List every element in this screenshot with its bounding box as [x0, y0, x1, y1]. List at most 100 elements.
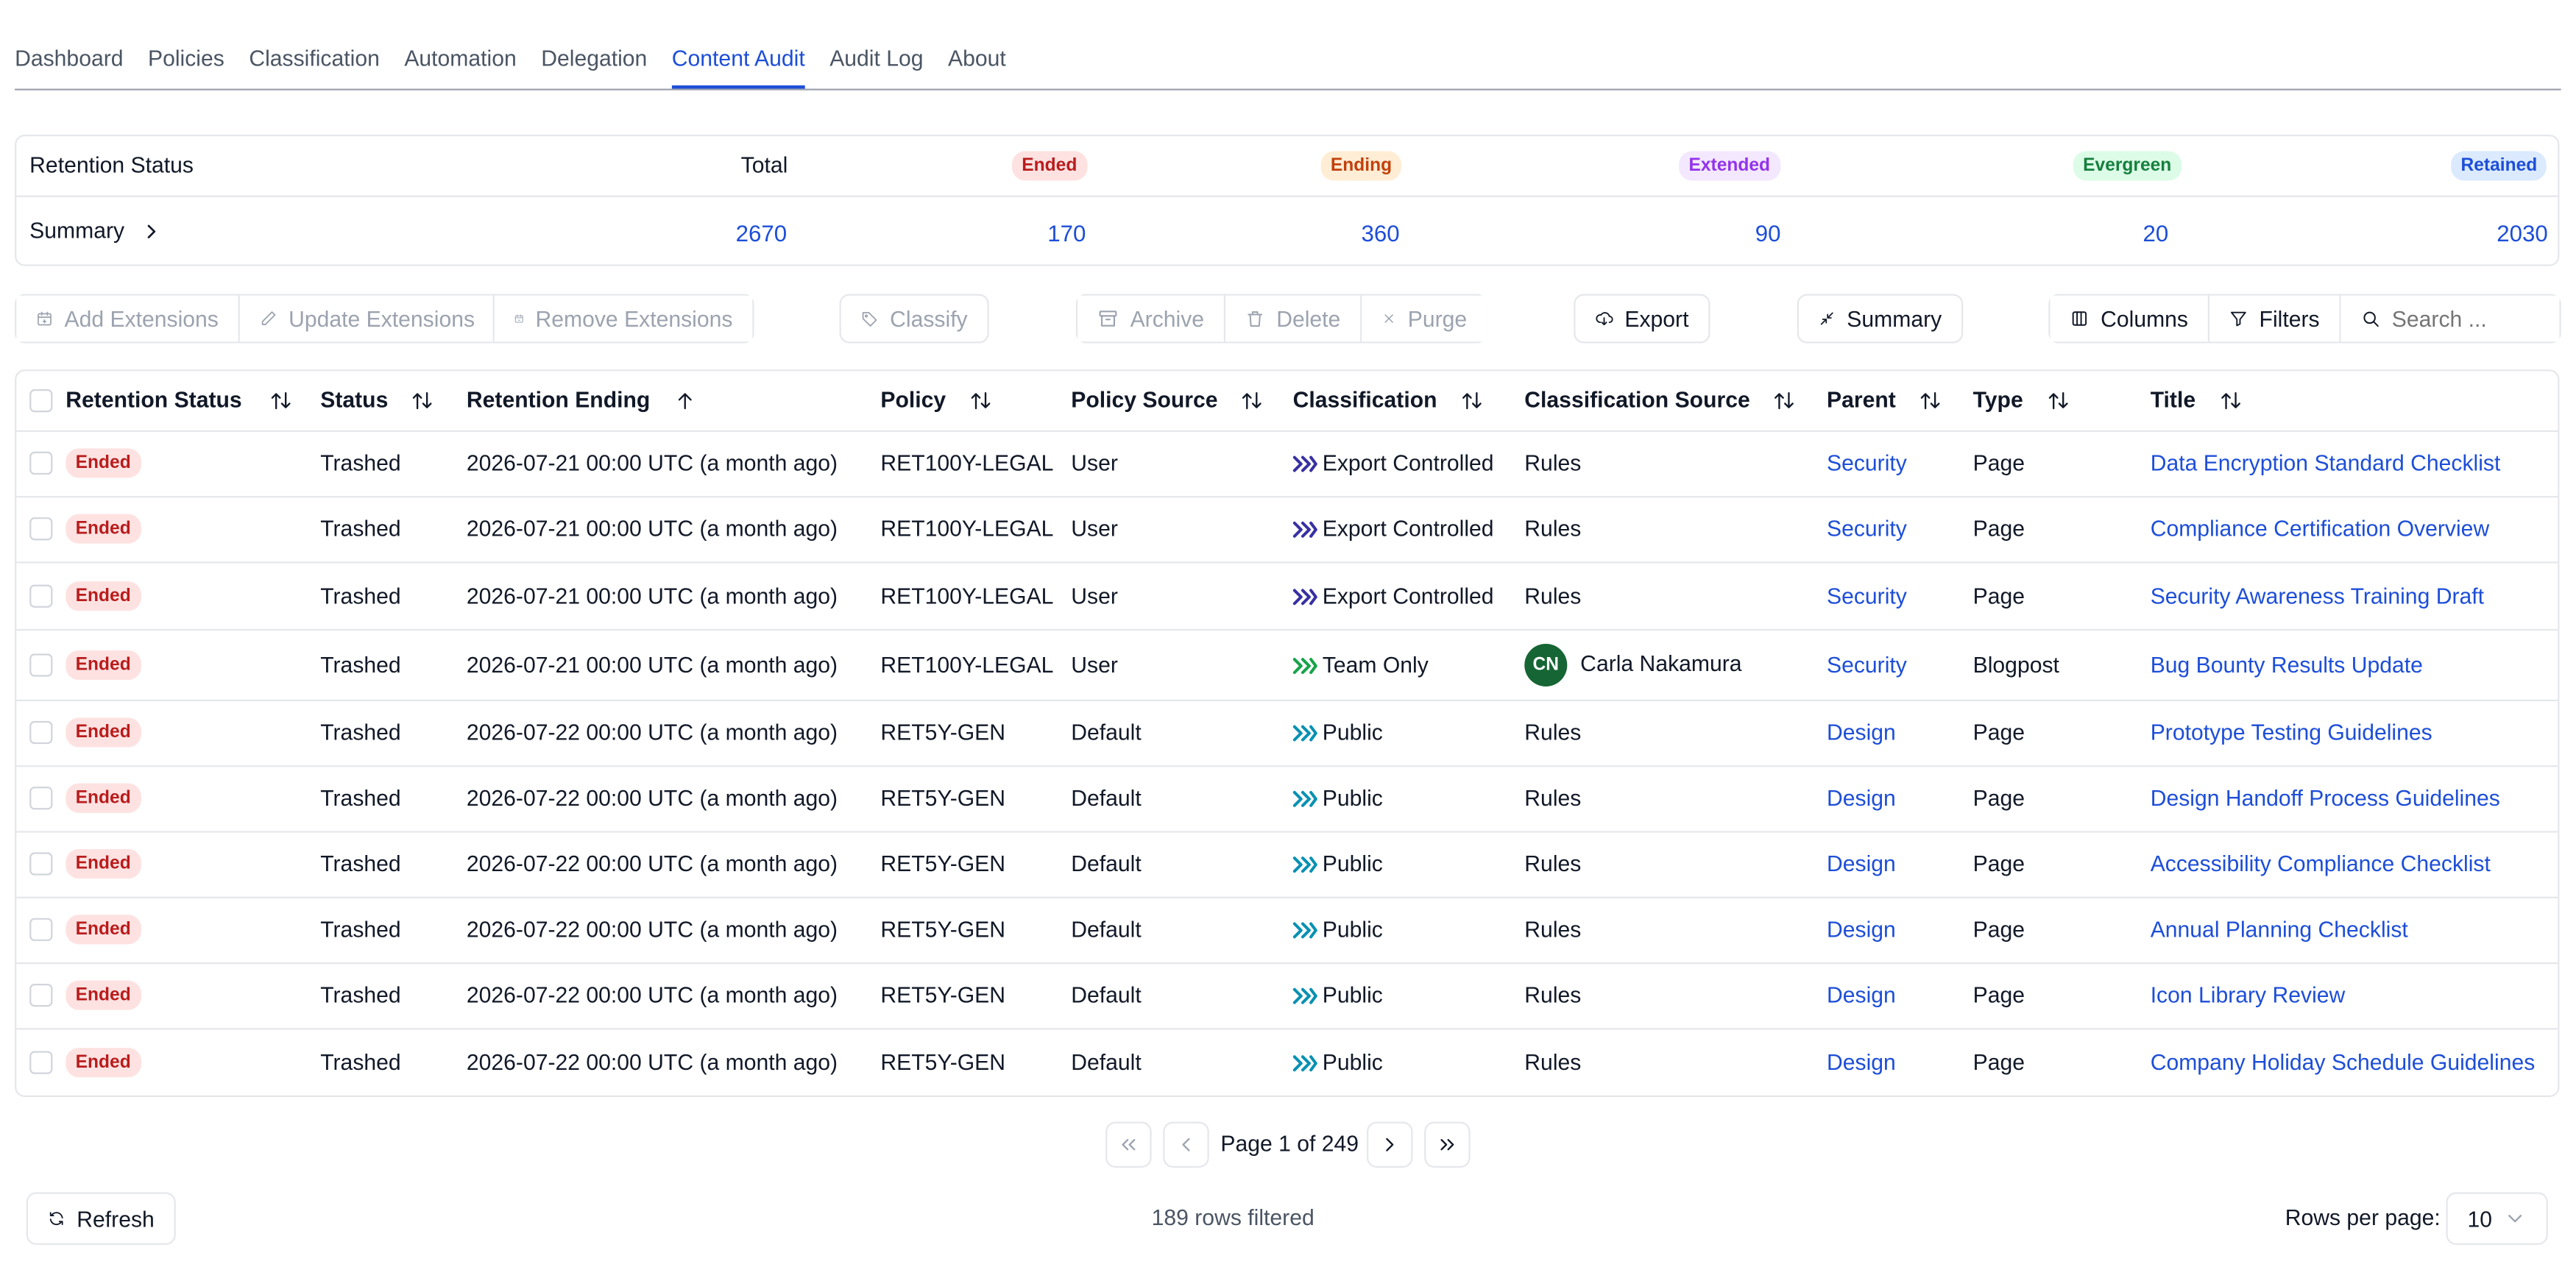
tab-classification[interactable]: Classification: [249, 36, 380, 87]
table-row[interactable]: Ended Trashed 2026-07-22 00:00 UTC (a mont…: [16, 831, 2558, 898]
row-checkbox[interactable]: [29, 653, 53, 676]
chevron-left-icon: [1182, 1138, 1190, 1152]
row-checkbox[interactable]: [29, 451, 53, 475]
tab-audit-log[interactable]: Audit Log: [829, 36, 923, 87]
title-link[interactable]: Compliance Certification Overview: [2151, 517, 2490, 541]
parent-link[interactable]: Security: [1827, 517, 1907, 541]
header-classification[interactable]: Classification: [1293, 388, 1483, 412]
first-page-button[interactable]: [1105, 1121, 1152, 1168]
row-checkbox[interactable]: [29, 918, 53, 941]
sort-icon: [1774, 391, 1794, 409]
table-row[interactable]: Ended Trashed 2026-07-22 00:00 UTC (a mont…: [16, 897, 2558, 965]
rows-per-page-value: 10: [2467, 1206, 2493, 1231]
cell-policy: RET5Y-GEN: [880, 1050, 1006, 1075]
ended-count-link[interactable]: 170: [1047, 220, 1086, 246]
parent-link[interactable]: Design: [1827, 918, 1896, 942]
table-row[interactable]: Ended Trashed 2026-07-21 00:00 UTC (a mont…: [16, 496, 2558, 564]
extended-count-link[interactable]: 90: [1755, 220, 1781, 246]
table-row[interactable]: Ended Trashed 2026-07-21 00:00 UTC (a mont…: [16, 430, 2558, 498]
table-row[interactable]: Ended Trashed 2026-07-22 00:00 UTC (a mont…: [16, 700, 2558, 767]
title-link[interactable]: Company Holiday Schedule Guidelines: [2151, 1050, 2536, 1074]
tab-delegation[interactable]: Delegation: [541, 36, 647, 87]
update-extensions-button[interactable]: Update Extensions: [239, 295, 495, 342]
archive-button[interactable]: Archive: [1078, 295, 1224, 342]
title-link[interactable]: Bug Bounty Results Update: [2151, 652, 2423, 676]
header-policy[interactable]: Policy: [880, 388, 991, 412]
sort-icon: [2048, 391, 2067, 409]
title-link[interactable]: Design Handoff Process Guidelines: [2151, 786, 2500, 810]
title-link[interactable]: Data Encryption Standard Checklist: [2151, 451, 2501, 475]
header-title[interactable]: Title: [2151, 388, 2242, 412]
cell-classification: Public: [1292, 720, 1383, 745]
row-checkbox[interactable]: [29, 787, 53, 810]
table-row[interactable]: Ended Trashed 2026-07-22 00:00 UTC (a mont…: [16, 765, 2558, 833]
table-row[interactable]: Ended Trashed 2026-07-21 00:00 UTC (a mont…: [16, 629, 2558, 702]
retained-count-link[interactable]: 2030: [2497, 220, 2548, 246]
filters-button[interactable]: Filters: [2209, 295, 2340, 342]
purge-button[interactable]: Purge: [1362, 295, 1487, 342]
row-checkbox[interactable]: [29, 720, 53, 745]
parent-link[interactable]: Design: [1827, 983, 1896, 1007]
select-all-checkbox[interactable]: [29, 388, 53, 413]
title-link[interactable]: Accessibility Compliance Checklist: [2151, 851, 2491, 876]
title-link[interactable]: Annual Planning Checklist: [2151, 918, 2408, 942]
row-checkbox[interactable]: [29, 517, 53, 541]
row-checkbox[interactable]: [29, 852, 53, 876]
calendar-minus-icon: [514, 314, 523, 323]
cell-classification: Export Controlled: [1292, 517, 1494, 541]
retention-status-badge: Ended: [66, 1048, 141, 1078]
summary-expand-toggle[interactable]: Summary: [29, 219, 160, 243]
table-row[interactable]: Ended Trashed 2026-07-22 00:00 UTC (a mont…: [16, 1028, 2558, 1097]
evergreen-count-link[interactable]: 20: [2142, 220, 2168, 246]
title-link[interactable]: Icon Library Review: [2151, 983, 2346, 1007]
cell-status: Trashed: [320, 917, 401, 943]
header-policy-source[interactable]: Policy Source: [1071, 388, 1264, 412]
parent-link[interactable]: Design: [1827, 1050, 1896, 1074]
parent-link[interactable]: Design: [1827, 851, 1896, 876]
last-page-button[interactable]: [1424, 1121, 1471, 1168]
title-link[interactable]: Security Awareness Training Draft: [2151, 583, 2484, 607]
tab-dashboard[interactable]: Dashboard: [15, 36, 123, 87]
header-retention-status[interactable]: Retention Status: [66, 388, 293, 412]
tab-about[interactable]: About: [948, 36, 1006, 87]
cell-type: Page: [1972, 786, 2025, 811]
summary-button[interactable]: Summary: [1797, 294, 1964, 344]
header-retention-ending[interactable]: Retention Ending: [467, 388, 696, 412]
parent-link[interactable]: Design: [1827, 786, 1896, 810]
header-parent[interactable]: Parent: [1827, 388, 1942, 412]
next-page-button[interactable]: [1367, 1121, 1413, 1168]
cell-retention-ending: 2026-07-21 00:00 UTC (a month ago): [466, 652, 838, 677]
parent-link[interactable]: Security: [1827, 652, 1907, 676]
tab-content-audit[interactable]: Content Audit: [671, 36, 805, 89]
row-checkbox[interactable]: [29, 1051, 53, 1074]
header-classification-source[interactable]: Classification Source: [1524, 388, 1796, 412]
tab-automation[interactable]: Automation: [404, 36, 516, 87]
header-status[interactable]: Status: [320, 388, 434, 412]
delete-button[interactable]: Delete: [1225, 295, 1361, 342]
ending-count-link[interactable]: 360: [1362, 220, 1400, 246]
cell-policy-source: Default: [1071, 720, 1142, 745]
purge-label: Purge: [1407, 306, 1468, 331]
total-count-link[interactable]: 2670: [736, 220, 788, 246]
title-link[interactable]: Prototype Testing Guidelines: [2151, 720, 2432, 745]
row-checkbox[interactable]: [29, 983, 53, 1007]
table-row[interactable]: Ended Trashed 2026-07-21 00:00 UTC (a mont…: [16, 561, 2558, 631]
refresh-button[interactable]: Refresh: [26, 1192, 176, 1245]
search-input[interactable]: [2391, 306, 2540, 331]
export-button[interactable]: Export: [1574, 294, 1710, 344]
previous-page-button[interactable]: [1163, 1121, 1209, 1168]
classify-button[interactable]: Classify: [839, 294, 989, 344]
header-type[interactable]: Type: [1973, 388, 2070, 412]
columns-button[interactable]: Columns: [2050, 295, 2208, 342]
parent-link[interactable]: Security: [1827, 451, 1907, 475]
row-checkbox[interactable]: [29, 583, 53, 607]
add-extensions-button[interactable]: Add Extensions: [16, 295, 238, 342]
parent-link[interactable]: Design: [1827, 720, 1896, 745]
tab-policies[interactable]: Policies: [148, 36, 224, 87]
parent-link[interactable]: Security: [1827, 583, 1907, 607]
search-box[interactable]: [2340, 295, 2560, 342]
filters-label: Filters: [2259, 306, 2320, 331]
rows-per-page-select[interactable]: 10: [2446, 1192, 2548, 1245]
table-row[interactable]: Ended Trashed 2026-07-22 00:00 UTC (a mont…: [16, 962, 2558, 1030]
remove-extensions-button[interactable]: Remove Extensions: [494, 295, 753, 342]
